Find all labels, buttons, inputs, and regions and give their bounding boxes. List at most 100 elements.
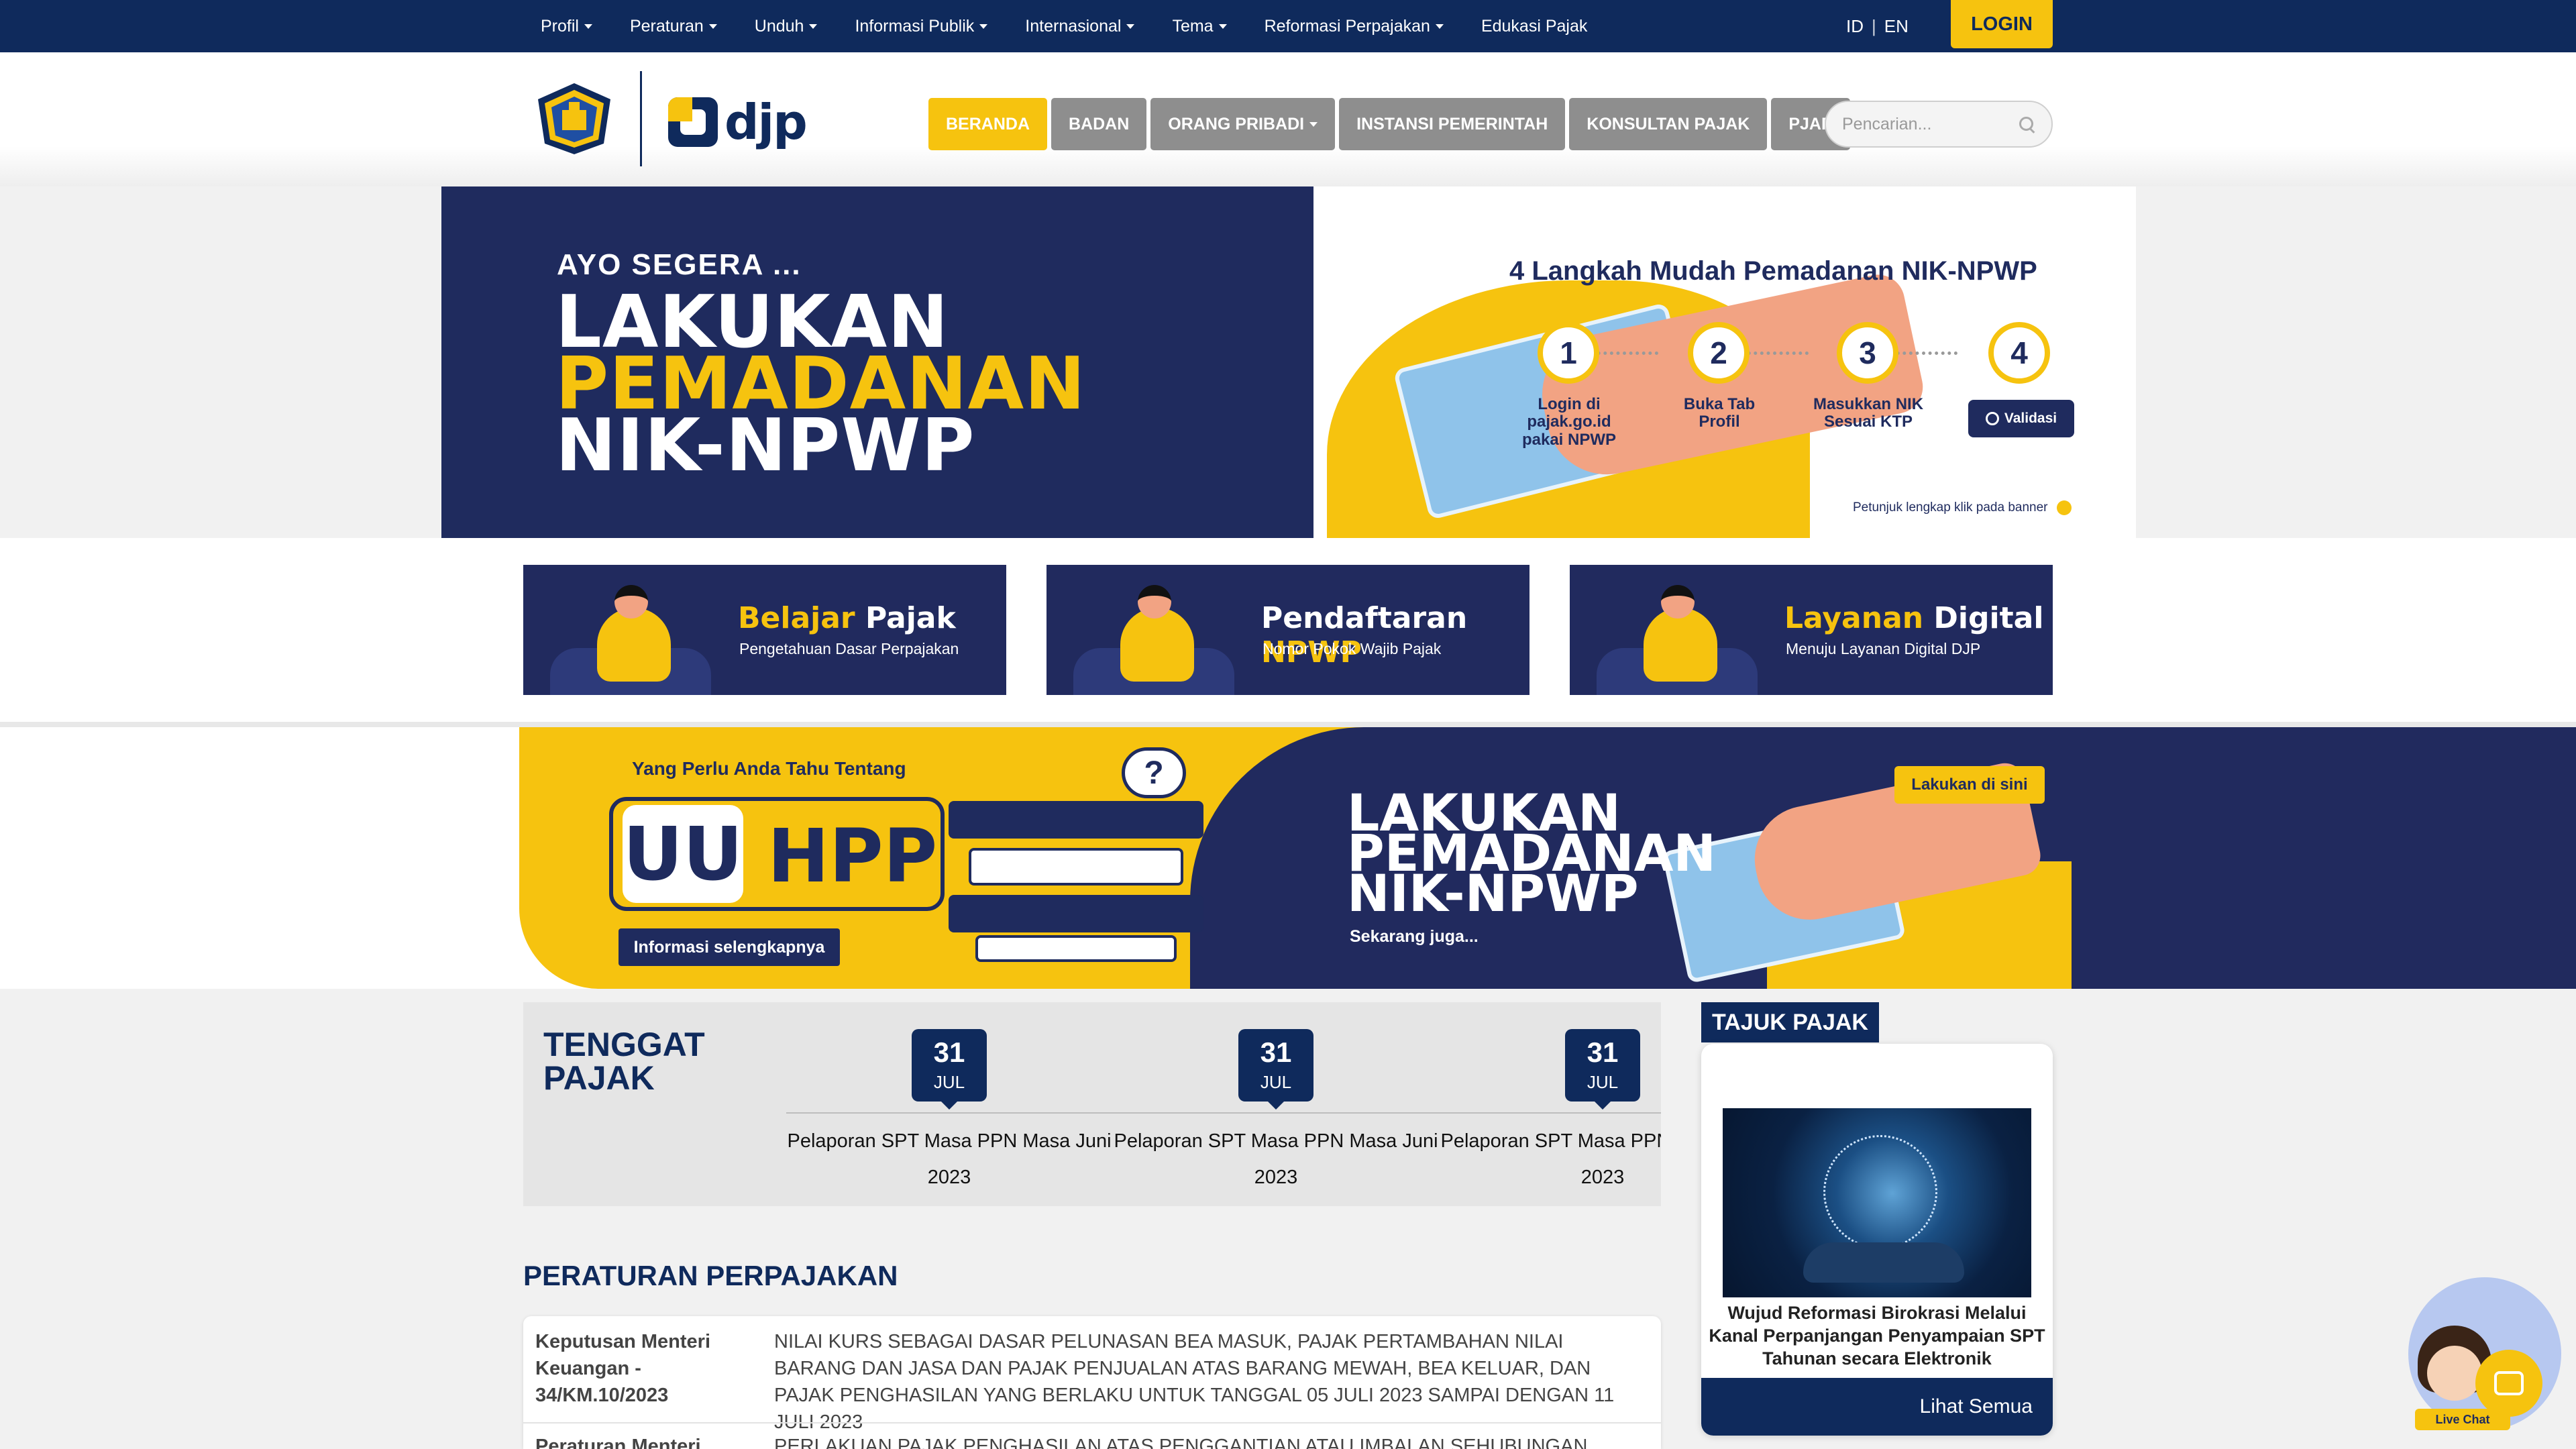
steps-title: 4 Langkah Mudah Pemadanan NIK-NPWP xyxy=(1509,256,2037,286)
step-3-label: Masukkan NIK Sesuai KTP xyxy=(1813,395,1924,431)
event-month: JUL xyxy=(933,1071,965,1092)
topnav-label: Profil xyxy=(541,16,579,36)
tenggat-pajak-panel: TENGGAT PAJAK 31 JUL Pelaporan SPT Masa P… xyxy=(523,1002,1661,1206)
peraturan-title: PERATURAN PERPAJAKAN xyxy=(523,1260,898,1291)
topnav-label: Unduh xyxy=(754,16,804,36)
topnav-edukasi-pajak[interactable]: Edukasi Pajak xyxy=(1481,17,1587,36)
lang-en-link[interactable]: EN xyxy=(1884,16,1909,37)
nav-konsultan-pajak[interactable]: KONSULTAN PAJAK xyxy=(1569,98,1768,150)
person-chair-illustration xyxy=(1597,585,1758,695)
service-title: Belajar Pajak xyxy=(738,601,956,635)
topnav-peraturan[interactable]: Peraturan xyxy=(630,17,717,36)
topnav-label: Peraturan xyxy=(629,16,704,36)
article-title[interactable]: Wujud Reformasi Birokrasi Melalui Kanal … xyxy=(1707,1301,2047,1370)
kemenkeu-logo[interactable] xyxy=(534,82,614,156)
event-date-badge: 31 JUL xyxy=(1238,1029,1313,1110)
service-title-highlight: Belajar xyxy=(738,601,855,635)
hero-banner[interactable]: AYO SEGERA ... LAKUKAN PEMADANAN NIK-NPW… xyxy=(441,186,2136,538)
hero-line-3: NIK-NPWP xyxy=(555,404,975,488)
hero-kicker: AYO SEGERA ... xyxy=(557,248,802,281)
person-desk-illustration xyxy=(1073,585,1234,695)
lang-separator: | xyxy=(1872,15,1876,36)
search-icon[interactable] xyxy=(2018,115,2035,133)
service-title: Layanan Digital xyxy=(1784,601,2043,635)
event-day: 31 xyxy=(1260,1036,1292,1068)
step-3: 3 xyxy=(1837,322,1898,384)
person-laptop-illustration xyxy=(550,585,711,695)
chat-button[interactable] xyxy=(2475,1350,2542,1417)
event-date-badge: 31 JUL xyxy=(1565,1029,1640,1110)
event-month: JUL xyxy=(1587,1071,1619,1092)
uu-hpp-banner[interactable]: Yang Perlu Anda Tahu Tentang UU HPP Info… xyxy=(519,727,2072,989)
event-day: 31 xyxy=(1587,1036,1619,1068)
banner-hint-text: Petunjuk lengkap klik pada banner xyxy=(1853,500,2048,515)
nav-beranda[interactable]: BERANDA xyxy=(928,98,1047,150)
nav-badan[interactable]: BADAN xyxy=(1051,98,1147,150)
nav-instansi-pemerintah[interactable]: INSTANSI PEMERINTAH xyxy=(1339,98,1566,150)
banner2-now-text: Sekarang juga... xyxy=(1350,927,1479,946)
section-divider xyxy=(0,722,2576,727)
language-switcher: ID | EN xyxy=(1846,0,1909,52)
live-chat-label[interactable]: Live Chat xyxy=(2415,1409,2510,1430)
nav-label: ORANG PRIBADI xyxy=(1168,114,1305,133)
caret-down-icon xyxy=(584,23,592,29)
tajuk-pajak-card[interactable]: Wujud Reformasi Birokrasi Melalui Kanal … xyxy=(1701,1044,2053,1436)
event-description: Pelaporan SPT Masa PPN Masa Juni 2023 xyxy=(1113,1123,1439,1195)
topnav-reformasi-perpajakan[interactable]: Reformasi Perpajakan xyxy=(1265,17,1444,36)
topnav-label: Internasional xyxy=(1025,16,1122,36)
event-month: JUL xyxy=(1260,1071,1292,1092)
step-4: 4 xyxy=(1988,322,2050,384)
main-nav: BERANDA BADAN ORANG PRIBADI INSTANSI PEM… xyxy=(928,98,1850,150)
service-title: Pendaftaran NPWP xyxy=(1261,601,1529,669)
service-card-layanan-digital[interactable]: Layanan Digital Menuju Layanan Digital D… xyxy=(1570,565,2053,695)
caret-down-icon xyxy=(1218,23,1227,29)
event-desc-year: 2023 xyxy=(927,1167,971,1188)
bookshelf-illustration xyxy=(949,788,1203,962)
question-bubble-icon: ? xyxy=(1122,747,1186,798)
top-nav: Profil Peraturan Unduh Informasi Publik … xyxy=(541,0,1625,52)
search-input[interactable] xyxy=(1842,114,2003,134)
banner2-kicker: Yang Perlu Anda Tahu Tentang xyxy=(632,758,906,779)
caret-down-icon xyxy=(1435,23,1444,29)
topnav-label: Reformasi Perpajakan xyxy=(1264,16,1430,36)
service-title-highlight: Layanan xyxy=(1784,601,1924,635)
topnav-unduh[interactable]: Unduh xyxy=(755,17,818,36)
banner2-line-3: NIK-NPWP xyxy=(1347,863,1639,923)
service-title-rest: Digital xyxy=(1923,601,2044,635)
step-2-label: Buka Tab Profil xyxy=(1683,395,1756,431)
topnav-tema[interactable]: Tema xyxy=(1172,16,1227,36)
topnav-label: Edukasi Pajak xyxy=(1481,16,1588,36)
event-desc-year: 2023 xyxy=(1580,1167,1625,1188)
service-title-rest: Pajak xyxy=(855,601,956,635)
topnav-profil[interactable]: Profil xyxy=(541,17,592,36)
timeline-line xyxy=(786,1112,1661,1114)
topnav-informasi-publik[interactable]: Informasi Publik xyxy=(855,17,988,36)
regulation-description: NILAI KURS SEBAGAI DASAR PELUNASAN BEA M… xyxy=(774,1331,1615,1433)
event-date-badge: 31 JUL xyxy=(912,1029,987,1110)
table-row[interactable]: Peraturan Menteri PERLAKUAN PAJAK PENGHA… xyxy=(523,1422,1661,1449)
caret-down-icon xyxy=(809,23,818,29)
service-subtitle: Pengetahuan Dasar Perpajakan xyxy=(739,640,959,657)
topnav-internasional[interactable]: Internasional xyxy=(1025,16,1135,36)
caret-down-icon xyxy=(1309,121,1318,127)
regulation-code: Keputusan Menteri Keuangan - 34/KM.10/20… xyxy=(535,1331,711,1406)
topnav-label: Tema xyxy=(1172,16,1214,36)
login-button[interactable]: LOGIN xyxy=(1951,0,2053,48)
lihat-semua-link[interactable]: Lihat Semua xyxy=(1701,1378,2053,1436)
djp-logo-text: djp xyxy=(724,94,808,150)
nav-orang-pribadi[interactable]: ORANG PRIBADI xyxy=(1150,98,1336,150)
lihat-semua-label: Lihat Semua xyxy=(1919,1395,2033,1417)
regulation-code: Peraturan Menteri xyxy=(535,1436,701,1449)
article-thumbnail[interactable] xyxy=(1723,1108,2031,1297)
validasi-button: Validasi xyxy=(1968,400,2074,437)
service-card-belajar-pajak[interactable]: Belajar Pajak Pengetahuan Dasar Perpajak… xyxy=(523,565,1006,695)
lang-id-link[interactable]: ID xyxy=(1846,16,1864,37)
lakukan-di-sini-button[interactable]: Lakukan di sini xyxy=(1894,766,2045,804)
informasi-selengkapnya-button[interactable]: Informasi selengkapnya xyxy=(619,928,840,966)
tenggat-title: TENGGAT PAJAK xyxy=(543,1026,705,1097)
table-row[interactable]: Keputusan Menteri Keuangan - 34/KM.10/20… xyxy=(523,1328,1661,1436)
djp-logo[interactable]: djp xyxy=(668,94,808,150)
event-desc-year: 2023 xyxy=(1254,1167,1298,1188)
service-card-pendaftaran-npwp[interactable]: Pendaftaran NPWP Nomor Pokok Wajib Pajak xyxy=(1046,565,1529,695)
service-title-rest: Pendaftaran xyxy=(1261,601,1468,635)
